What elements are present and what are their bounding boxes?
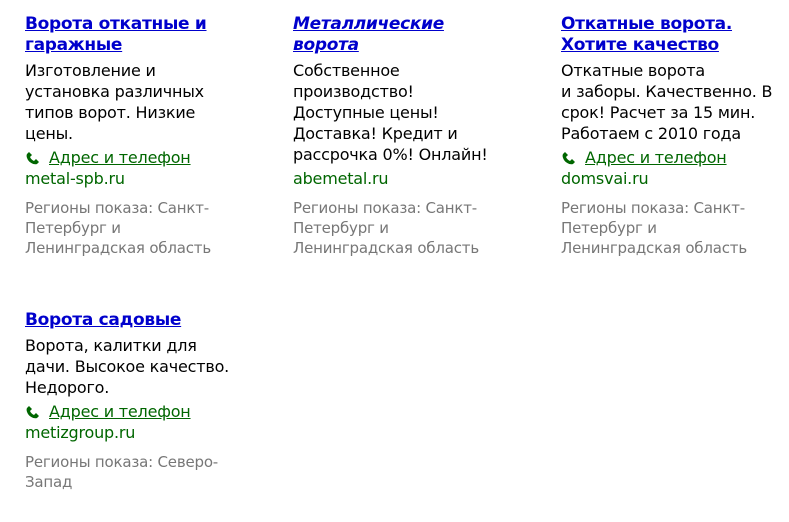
ad-regions-text: Регионы показа: Северо- Запад	[25, 452, 245, 492]
ad-title-link[interactable]: Ворота садовые	[25, 310, 245, 331]
ad-domain-link[interactable]: metizgroup.ru	[25, 422, 245, 443]
ad-card-metizgroup: Ворота садовые Ворота, калитки для дачи.…	[25, 310, 245, 492]
regions-line: Запад	[25, 473, 73, 491]
ad-text-line: Ворота, калитки для	[25, 336, 197, 355]
phone-icon	[561, 150, 579, 166]
ad-domain-link[interactable]: domsvai.ru	[561, 168, 789, 189]
ad-title-link[interactable]: Металлические ворота	[293, 14, 513, 56]
phone-icon	[25, 404, 43, 420]
ad-text-line: Откатные ворота	[561, 61, 706, 80]
ad-text-line: дачи. Высокое качество.	[25, 357, 230, 376]
ad-title-line: Откатные ворота.	[561, 14, 733, 34]
ad-description: Изготовление и установка различных типов…	[25, 60, 245, 144]
ad-title-line: Хотите качество	[561, 35, 719, 55]
ad-text-line: Собственное	[293, 61, 400, 80]
ad-regions-text: Регионы показа: Санкт- Петербург и Ленин…	[25, 198, 245, 258]
ad-text-line: типов ворот. Низкие	[25, 103, 196, 122]
address-phone-link[interactable]: Адрес и телефон	[49, 401, 191, 422]
ad-title-line: Металлические	[293, 14, 444, 34]
address-phone-link[interactable]: Адрес и телефон	[49, 147, 191, 168]
regions-line: Петербург и	[25, 219, 121, 237]
regions-line: Регионы показа: Санкт-	[293, 199, 478, 217]
phone-icon	[25, 150, 43, 166]
regions-line: Регионы показа: Северо-	[25, 453, 219, 471]
regions-line: Ленинградская область	[293, 239, 479, 257]
ad-title-line: Ворота садовые	[25, 310, 182, 330]
ad-text-line: производство!	[293, 82, 414, 101]
ad-text-line: установка различных	[25, 82, 204, 101]
ad-title-line: гаражные	[25, 35, 123, 55]
ad-text-line: и заборы. Качественно. В	[561, 82, 773, 101]
ad-description: Ворота, калитки для дачи. Высокое качест…	[25, 335, 245, 398]
ad-regions-text: Регионы показа: Санкт- Петербург и Ленин…	[293, 198, 513, 258]
ad-contact-row: Адрес и телефон	[25, 147, 245, 168]
ad-text-line: Работаем с 2010 года	[561, 124, 741, 143]
ad-domain-link[interactable]: metal-spb.ru	[25, 168, 245, 189]
ad-card-domsvai: Откатные ворота. Хотите качество Откатны…	[561, 14, 789, 258]
ad-text-line: Доставка! Кредит и	[293, 124, 458, 143]
regions-line: Регионы показа: Санкт-	[561, 199, 746, 217]
ad-text-line: цены.	[25, 124, 73, 143]
regions-line: Петербург и	[561, 219, 657, 237]
regions-line: Регионы показа: Санкт-	[25, 199, 210, 217]
ad-contact-row: Адрес и телефон	[25, 401, 245, 422]
ad-description: Откатные ворота и заборы. Качественно. В…	[561, 60, 789, 144]
ad-text-line: Изготовление и	[25, 61, 156, 80]
ad-regions-text: Регионы показа: Санкт- Петербург и Ленин…	[561, 198, 789, 258]
ad-text-line: срок! Расчет за 15 мин.	[561, 103, 756, 122]
ad-text-line: Доступные цены!	[293, 103, 439, 122]
ad-title-link[interactable]: Откатные ворота. Хотите качество	[561, 14, 789, 56]
address-phone-link[interactable]: Адрес и телефон	[585, 147, 727, 168]
ad-domain-link[interactable]: abemetal.ru	[293, 168, 513, 189]
regions-line: Ленинградская область	[25, 239, 211, 257]
ad-card-abemetal: Металлические ворота Собственное произво…	[293, 14, 513, 258]
ad-title-link[interactable]: Ворота откатные и гаражные	[25, 14, 245, 56]
regions-line: Ленинградская область	[561, 239, 747, 257]
ad-title-line: Ворота откатные и	[25, 14, 207, 34]
ad-card-metal-spb: Ворота откатные и гаражные Изготовление …	[25, 14, 245, 258]
ad-text-line: Недорого.	[25, 378, 110, 397]
ad-text-line: рассрочка 0%! Онлайн!	[293, 145, 488, 164]
ad-title-line: ворота	[293, 35, 359, 55]
ad-contact-row: Адрес и телефон	[561, 147, 789, 168]
regions-line: Петербург и	[293, 219, 389, 237]
ad-description: Собственное производство! Доступные цены…	[293, 60, 513, 165]
